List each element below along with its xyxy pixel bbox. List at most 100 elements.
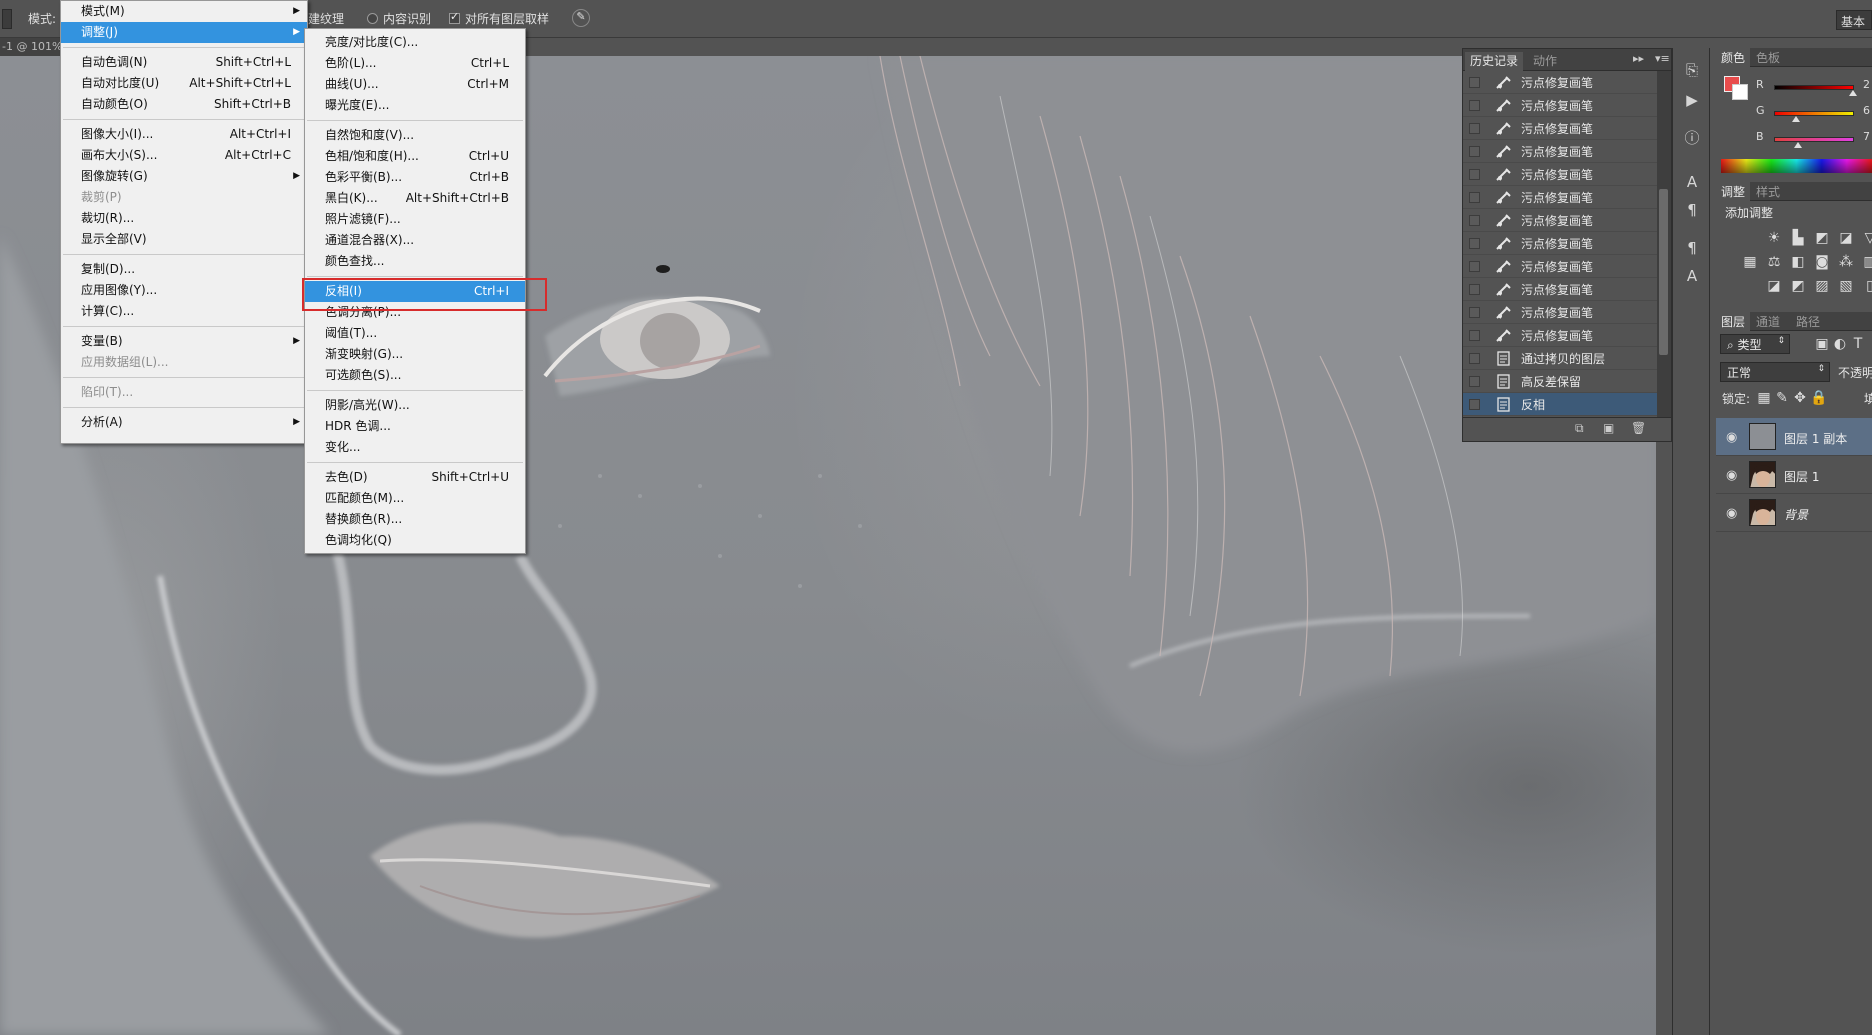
black-white-icon[interactable]: ◧ [1790, 254, 1806, 270]
adjustment-menu-item[interactable]: 去色(D) Shift+Ctrl+U [305, 467, 525, 488]
history-snapshot-checkbox[interactable] [1469, 399, 1480, 410]
history-snapshot-checkbox[interactable] [1469, 100, 1480, 111]
lock-paint-icon[interactable]: ✎ [1774, 390, 1790, 406]
r-value[interactable]: 2 [1863, 78, 1870, 91]
collapse-icon[interactable]: ▸▸ [1633, 52, 1644, 65]
visibility-eye-icon[interactable]: ◉ [1726, 506, 1737, 521]
tab-swatches[interactable]: 色板 [1756, 49, 1780, 66]
history-scrollbar[interactable] [1657, 71, 1671, 417]
image-menu-item[interactable]: 自动对比度(U) Alt+Shift+Ctrl+L [61, 73, 307, 94]
history-state-row[interactable]: 污点修复画笔 [1463, 140, 1658, 163]
image-menu-item[interactable]: 图像大小(I)... Alt+Ctrl+I [61, 124, 307, 145]
vibrance-icon[interactable]: ▽ [1862, 230, 1872, 246]
sample-all-layers-option[interactable]: 对所有图层取样 [449, 10, 549, 27]
history-state-row[interactable]: 污点修复画笔 [1463, 163, 1658, 186]
panel-menu-icon[interactable]: ▾≡ [1655, 52, 1670, 65]
history-panel-icon[interactable]: ⎘ [1682, 60, 1702, 80]
brightness-icon[interactable]: ☀ [1766, 230, 1782, 246]
adjustment-menu-item[interactable]: HDR 色调... [305, 416, 525, 437]
filter-adjustment-icon[interactable]: ◐ [1832, 336, 1848, 352]
new-document-from-state-icon[interactable]: ⧉ [1575, 421, 1584, 436]
lock-position-icon[interactable]: ✥ [1792, 390, 1808, 406]
tab-adjustments[interactable]: 调整 [1716, 182, 1751, 201]
history-snapshot-checkbox[interactable] [1469, 123, 1480, 134]
actions-play-icon[interactable]: ▶ [1682, 90, 1702, 110]
g-value[interactable]: 6 [1863, 104, 1870, 117]
tab-channels[interactable]: 通道 [1756, 313, 1780, 330]
adjustment-menu-item[interactable]: 通道混合器(X)... [305, 230, 525, 251]
tab-actions[interactable]: 动作 [1533, 52, 1557, 69]
tab-styles[interactable]: 样式 [1756, 183, 1780, 200]
tab-paths[interactable]: 路径 [1796, 313, 1820, 330]
tool-preset-picker[interactable] [2, 9, 12, 29]
adjustment-menu-item[interactable]: 亮度/对比度(C)... [305, 32, 525, 53]
b-value[interactable]: 7 [1863, 130, 1870, 143]
history-snapshot-checkbox[interactable] [1469, 261, 1480, 272]
color-balance-icon[interactable]: ⚖ [1766, 254, 1782, 270]
history-state-row[interactable]: 污点修复画笔 [1463, 209, 1658, 232]
image-menu-item[interactable]: 模式(M) ▶ [61, 1, 307, 22]
red-slider-knob[interactable] [1849, 90, 1857, 96]
image-menu-item[interactable]: 计算(C)... [61, 301, 307, 322]
layer-name[interactable]: 图层 1 副本 [1784, 430, 1847, 447]
history-snapshot-checkbox[interactable] [1469, 169, 1480, 180]
curves-icon[interactable]: ◩ [1814, 230, 1830, 246]
history-state-row[interactable]: 反相 [1463, 393, 1658, 416]
blue-slider-track[interactable] [1774, 137, 1854, 142]
history-state-row[interactable]: 污点修复画笔 [1463, 255, 1658, 278]
image-menu-item[interactable]: 分析(A) ▶ [61, 412, 307, 433]
gradient-map-icon[interactable]: ▧ [1838, 278, 1854, 294]
tab-layers[interactable]: 图层 [1716, 312, 1751, 331]
sample-all-layers-checkbox[interactable] [449, 10, 460, 24]
red-slider-track[interactable] [1774, 85, 1854, 90]
green-slider-knob[interactable] [1792, 116, 1800, 122]
image-menu-item[interactable]: 自动颜色(O) Shift+Ctrl+B [61, 94, 307, 115]
character-icon[interactable]: A [1682, 172, 1702, 192]
texture-option[interactable]: 建纹理 [308, 10, 344, 27]
layer-filter-dropdown[interactable]: ⌕ 类型 ⇕ [1720, 334, 1790, 354]
slider-red[interactable]: R 2 [1716, 76, 1872, 96]
pressure-icon[interactable]: ✎ [572, 9, 590, 27]
document-tab[interactable]: -1 @ 101% [0, 38, 60, 56]
image-menu-item[interactable]: 变量(B) ▶ [61, 331, 307, 352]
exposure-icon[interactable]: ◪ [1838, 230, 1854, 246]
blue-slider-knob[interactable] [1794, 142, 1802, 148]
color-lookup-icon[interactable]: ▥ [1862, 254, 1872, 270]
hue-saturation-icon[interactable]: ▦ [1742, 254, 1758, 270]
slider-blue[interactable]: B 7 [1716, 128, 1872, 148]
adjustment-menu-item[interactable]: 颜色查找... [305, 251, 525, 272]
image-menu-item[interactable]: 自动色调(N) Shift+Ctrl+L [61, 52, 307, 73]
adjustment-menu-item[interactable]: 色相/饱和度(H)... Ctrl+U [305, 146, 525, 167]
visibility-eye-icon[interactable]: ◉ [1726, 468, 1737, 483]
selective-color-icon[interactable]: ▯ [1862, 278, 1872, 294]
channel-mixer-icon[interactable]: ⁂ [1838, 254, 1854, 270]
layer-name[interactable]: 图层 1 [1784, 468, 1819, 485]
history-state-row[interactable]: 通过拷贝的图层 [1463, 347, 1658, 370]
history-scroll-thumb[interactable] [1659, 189, 1668, 355]
adjustment-menu-item[interactable]: 渐变映射(G)... [305, 344, 525, 365]
filter-type-icon[interactable]: T [1850, 336, 1866, 352]
adjustment-menu-item[interactable]: 黑白(K)... Alt+Shift+Ctrl+B [305, 188, 525, 209]
image-menu-item[interactable]: 图像旋转(G) ▶ [61, 166, 307, 187]
history-state-row[interactable]: 污点修复画笔 [1463, 232, 1658, 255]
adjustment-menu-item[interactable]: 可选颜色(S)... [305, 365, 525, 386]
image-menu-item[interactable]: 显示全部(V) [61, 229, 307, 250]
adjustment-menu-item[interactable]: 照片滤镜(F)... [305, 209, 525, 230]
tab-color[interactable]: 颜色 [1716, 48, 1751, 67]
adjustment-menu-item[interactable]: 曝光度(E)... [305, 95, 525, 116]
paragraph-styles-icon[interactable]: A [1682, 266, 1702, 286]
blend-mode-dropdown[interactable]: 正常 ⇕ [1720, 362, 1830, 382]
slider-green[interactable]: G 6 [1716, 102, 1872, 122]
adjustment-menu-item[interactable]: 自然饱和度(V)... [305, 125, 525, 146]
history-state-row[interactable]: 污点修复画笔 [1463, 278, 1658, 301]
history-snapshot-checkbox[interactable] [1469, 307, 1480, 318]
snapshot-camera-icon[interactable]: ▣ [1603, 421, 1614, 435]
adjustment-menu-item[interactable]: 色彩平衡(B)... Ctrl+B [305, 167, 525, 188]
history-state-row[interactable]: 污点修复画笔 [1463, 94, 1658, 117]
history-snapshot-checkbox[interactable] [1469, 238, 1480, 249]
content-aware-radio[interactable] [367, 13, 378, 24]
adjustment-menu-item[interactable]: 匹配颜色(M)... [305, 488, 525, 509]
adjustment-menu-item[interactable]: 阴影/高光(W)... [305, 395, 525, 416]
layer-row[interactable]: ◉ 背景 [1716, 494, 1872, 532]
history-state-row[interactable]: 污点修复画笔 [1463, 71, 1658, 94]
